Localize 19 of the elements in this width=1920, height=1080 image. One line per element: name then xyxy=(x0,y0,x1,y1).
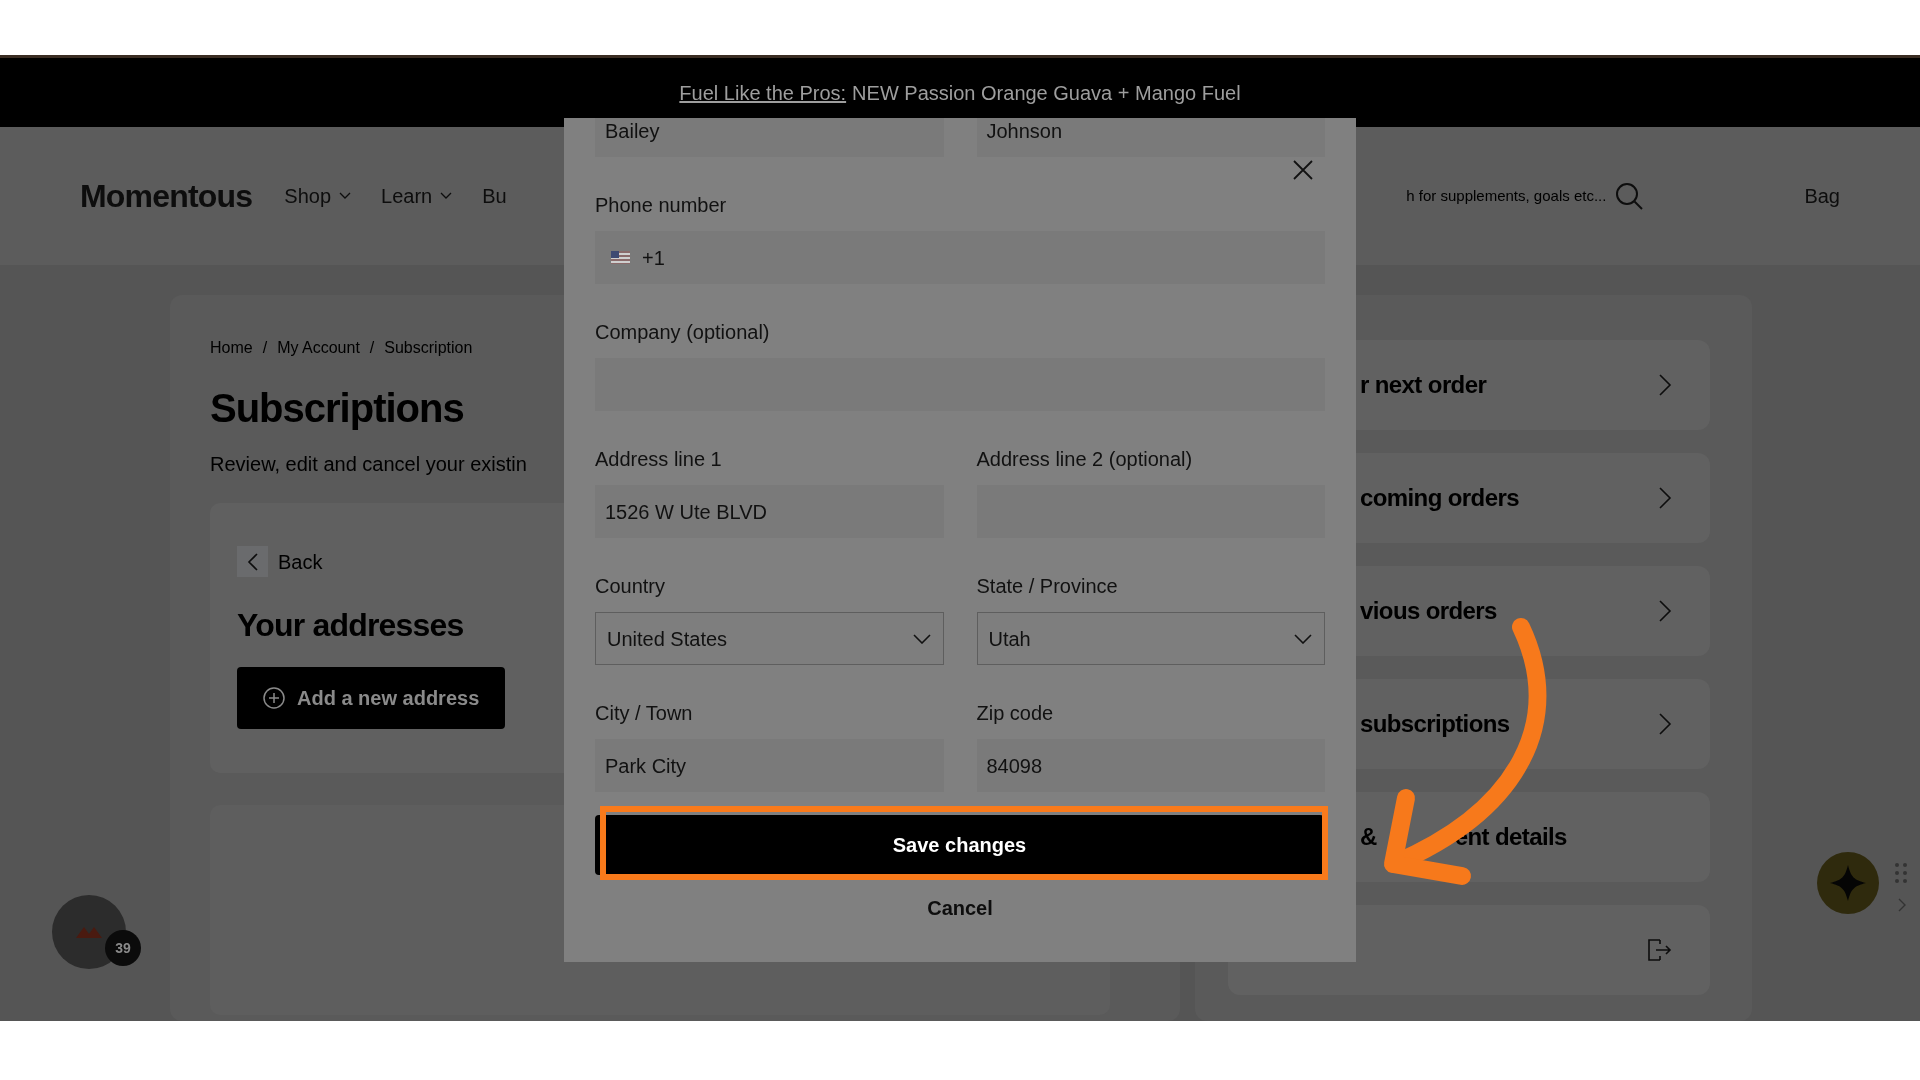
menu-item-label: r next order xyxy=(1360,370,1487,400)
menu-item-label: coming orders xyxy=(1360,483,1519,513)
field-label: Phone number xyxy=(595,193,728,217)
field-label: State / Province xyxy=(976,574,1119,598)
field-label: Address line 2 (optional) xyxy=(976,447,1194,471)
breadcrumb-separator: / xyxy=(369,338,375,358)
field-label: Zip code xyxy=(976,701,1055,725)
breadcrumb-separator: / xyxy=(262,338,268,358)
promo-text: NEW Passion Orange Guava + Mango Fuel xyxy=(852,80,1241,106)
page-title: Subscriptions xyxy=(210,385,464,432)
menu-item-label: vious orders xyxy=(1360,596,1497,626)
intro-text: Review, edit and cancel your existin xyxy=(210,452,527,477)
field-label: City / Town xyxy=(595,701,694,725)
menu-item-label: & xyxy=(1360,822,1377,852)
field-label: Address line 1 xyxy=(595,447,723,471)
section-heading: Your addresses xyxy=(237,606,464,645)
menu-item-label: subscriptions xyxy=(1360,709,1510,739)
field-label: Company (optional) xyxy=(595,320,771,344)
field-label: Country xyxy=(595,574,667,598)
